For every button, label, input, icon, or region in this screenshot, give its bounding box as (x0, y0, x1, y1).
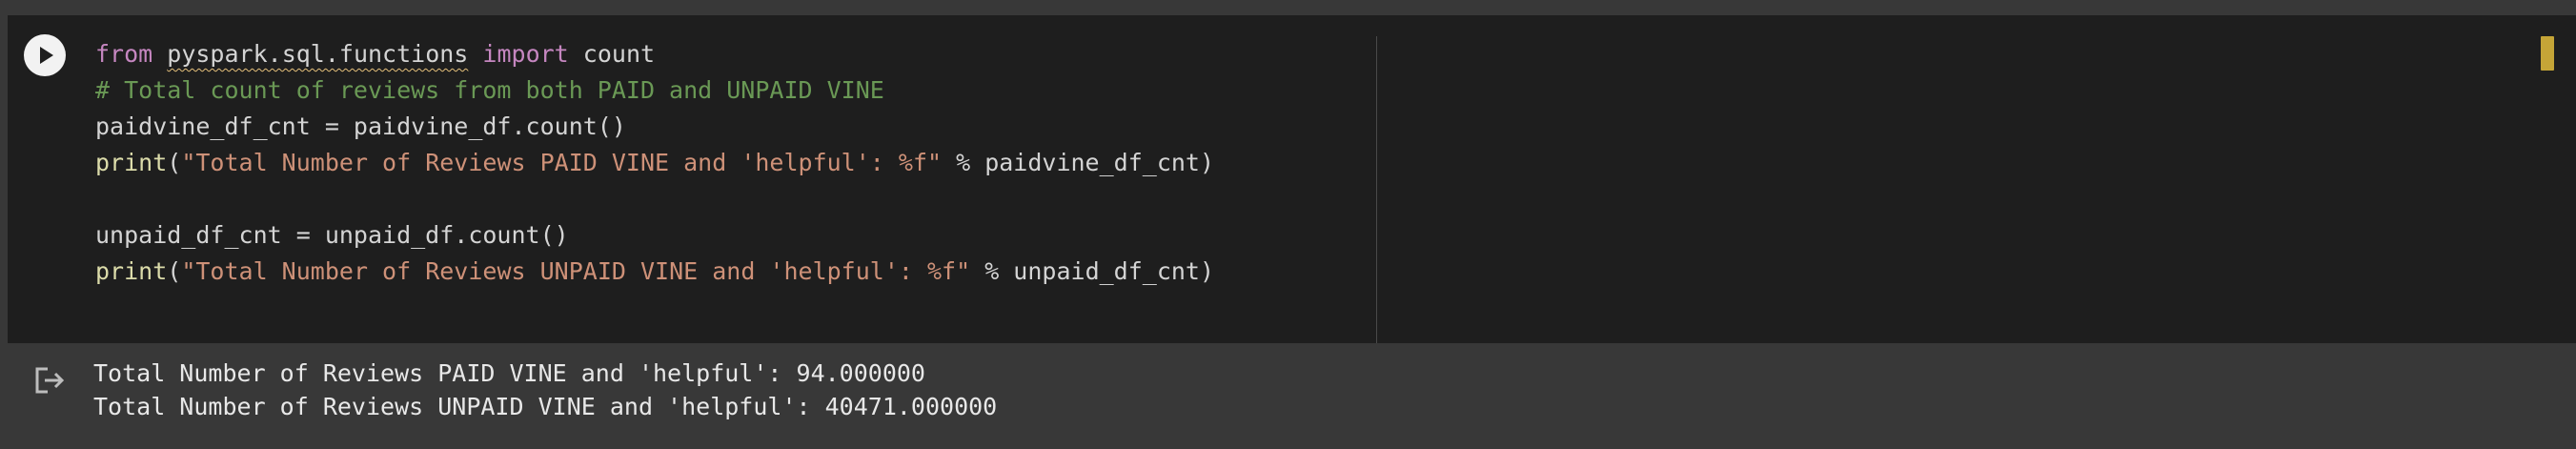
output-line-1: Total Number of Reviews PAID VINE and 'h… (93, 359, 925, 387)
open-paren: ( (167, 149, 182, 176)
string-literal: "Total Number of Reviews UNPAID VINE and… (181, 257, 971, 285)
code-line-7: print("Total Number of Reviews UNPAID VI… (95, 254, 1214, 290)
editor-ruler (1376, 36, 1377, 343)
code-line-3: paidvine_df_cnt = paidvine_df.count() (95, 109, 1214, 145)
play-icon (40, 47, 53, 64)
print-function: print (95, 257, 168, 285)
keyword-from: from (95, 40, 153, 68)
code-text: unpaid_df_cnt = unpaid_df.count() (95, 221, 569, 249)
print-function: print (95, 149, 168, 176)
code-line-6: unpaid_df_cnt = unpaid_df.count() (95, 217, 1214, 254)
scrollbar-marker[interactable] (2541, 36, 2554, 71)
code-line-1: from pyspark.sql.functions import count (95, 36, 1214, 72)
code-text: paidvine_df_cnt = paidvine_df.count() (95, 112, 626, 140)
code-text: % unpaid_df_cnt) (970, 257, 1215, 285)
open-paren: ( (167, 257, 182, 285)
code-text: % paidvine_df_cnt) (942, 149, 1215, 176)
code-line-2: # Total count of reviews from both PAID … (95, 72, 1214, 109)
cell-output: Total Number of Reviews PAID VINE and 'h… (93, 357, 997, 423)
keyword-import: import (482, 40, 569, 68)
imported-name: count (582, 40, 656, 68)
code-comment: # Total count of reviews from both PAID … (95, 76, 884, 104)
output-line-2: Total Number of Reviews UNPAID VINE and … (93, 393, 998, 420)
run-cell-button[interactable] (24, 34, 66, 76)
module-name: pyspark.sql.functions (167, 40, 469, 68)
string-literal: "Total Number of Reviews PAID VINE and '… (181, 149, 943, 176)
code-editor[interactable]: from pyspark.sql.functions import count #… (95, 36, 1214, 290)
code-line-4: print("Total Number of Reviews PAID VINE… (95, 145, 1214, 181)
output-redirect-icon[interactable] (33, 366, 66, 395)
top-strip (0, 0, 2576, 15)
